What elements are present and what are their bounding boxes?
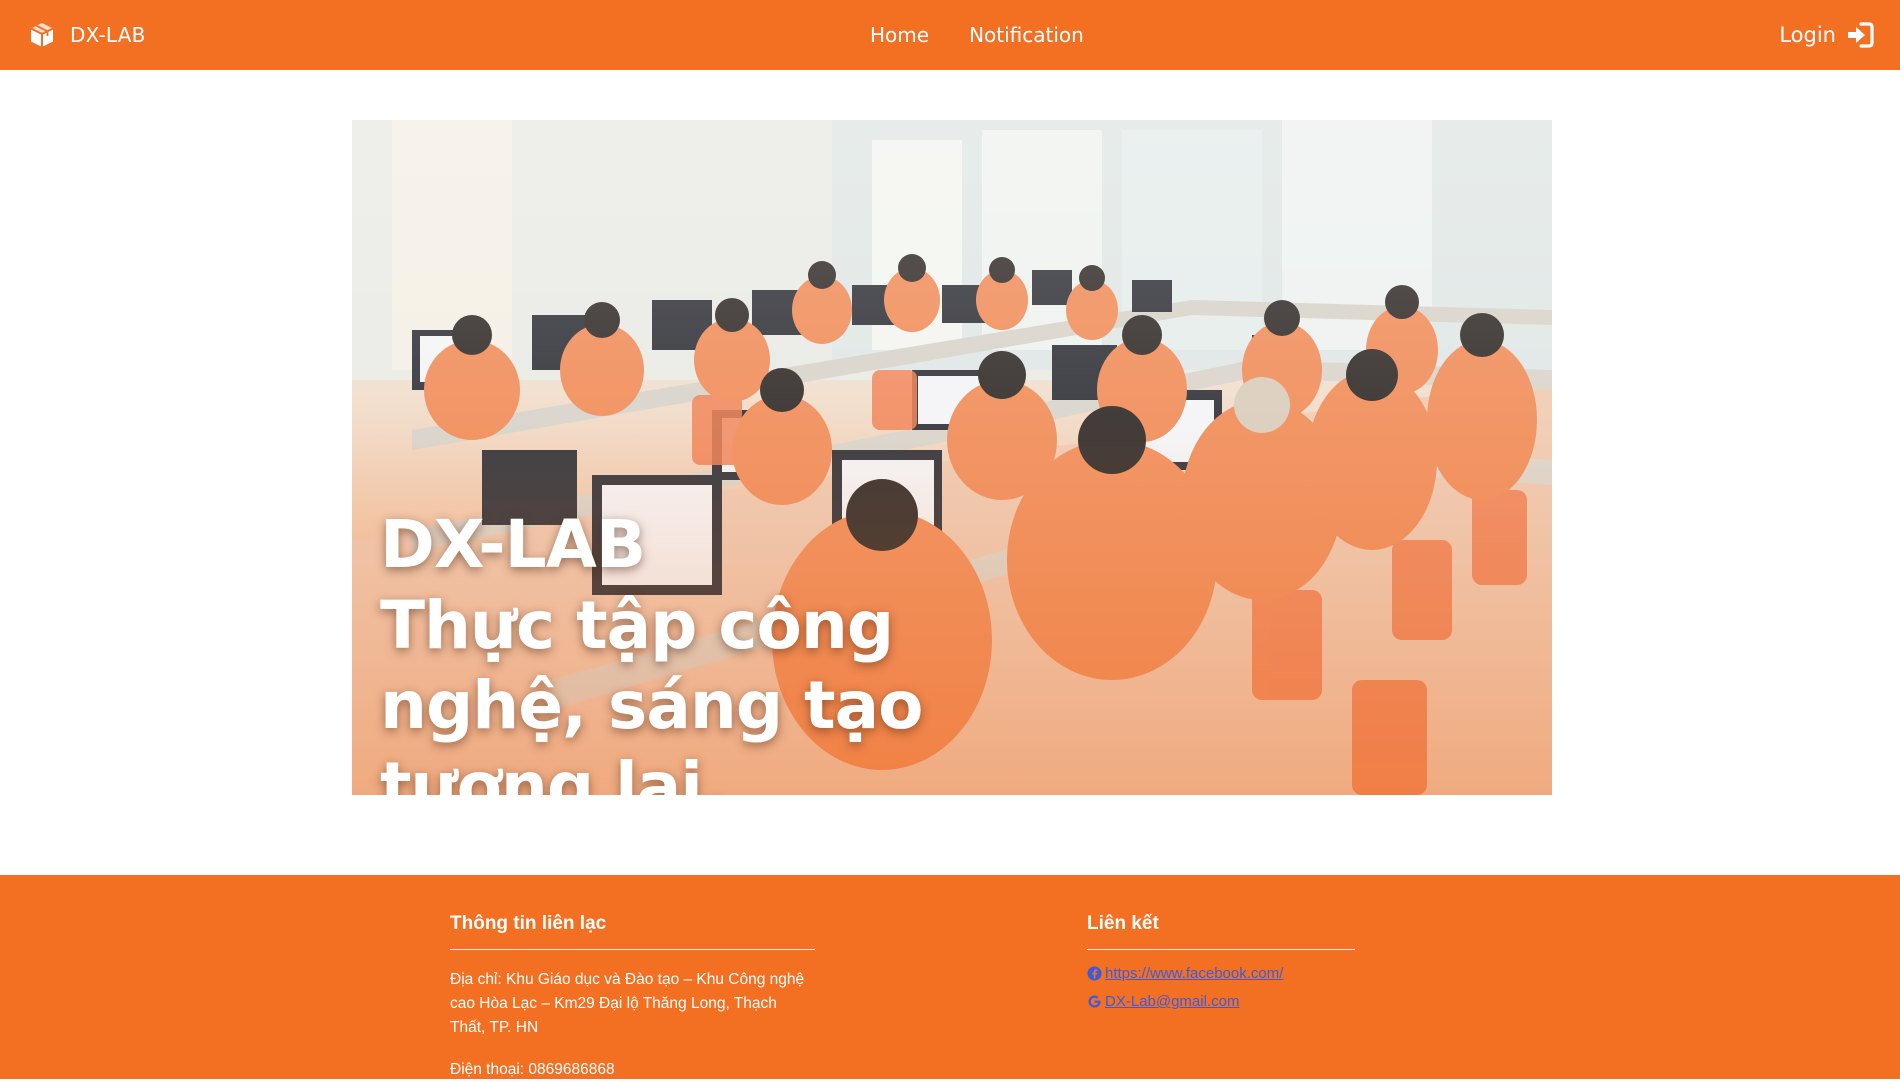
links-heading: Liên kết [1087, 913, 1355, 950]
hero-banner: DX-LAB Thực tập công nghệ, sáng tạo tươn… [352, 120, 1552, 795]
main-nav: Home Notification [870, 0, 1084, 70]
contact-address: Địa chỉ: Khu Giáo dục và Đào tạo – Khu C… [450, 971, 805, 1036]
footer-contact: Thông tin liên lạc Địa chỉ: Khu Giáo dục… [450, 913, 815, 1082]
facebook-url: https://www.facebook.com/ [1105, 965, 1284, 982]
hero-title: DX-LAB [380, 506, 646, 583]
email-link[interactable]: DX-Lab@gmail.com [1087, 993, 1355, 1010]
brand-name: DX-LAB [70, 23, 146, 47]
contact-phone: Điện thoại: 0869686868 [450, 1061, 615, 1078]
contact-heading: Thông tin liên lạc [450, 913, 815, 950]
login-button[interactable]: Login [1779, 0, 1874, 70]
top-navbar: DX-LAB Home Notification Login [0, 0, 1900, 70]
hero-caption: DX-LAB Thực tập công nghệ, sáng tạo tươn… [380, 505, 1100, 795]
email-address: DX-Lab@gmail.com [1105, 993, 1240, 1010]
brand-link[interactable]: DX-LAB [28, 0, 146, 70]
footer-links: Liên kết https://www.facebook.com/ DX-La… [1087, 913, 1355, 1010]
sign-in-icon [1848, 22, 1874, 48]
nav-home[interactable]: Home [870, 23, 929, 47]
cube-icon [30, 23, 54, 47]
hero-tagline: Thực tập công nghệ, sáng tạo tương lai. [380, 586, 924, 795]
facebook-link[interactable]: https://www.facebook.com/ [1087, 965, 1355, 982]
facebook-icon [1087, 966, 1102, 981]
login-label: Login [1779, 23, 1836, 47]
google-icon [1088, 995, 1101, 1008]
nav-notification[interactable]: Notification [969, 23, 1084, 47]
footer: Thông tin liên lạc Địa chỉ: Khu Giáo dục… [0, 875, 1900, 1079]
